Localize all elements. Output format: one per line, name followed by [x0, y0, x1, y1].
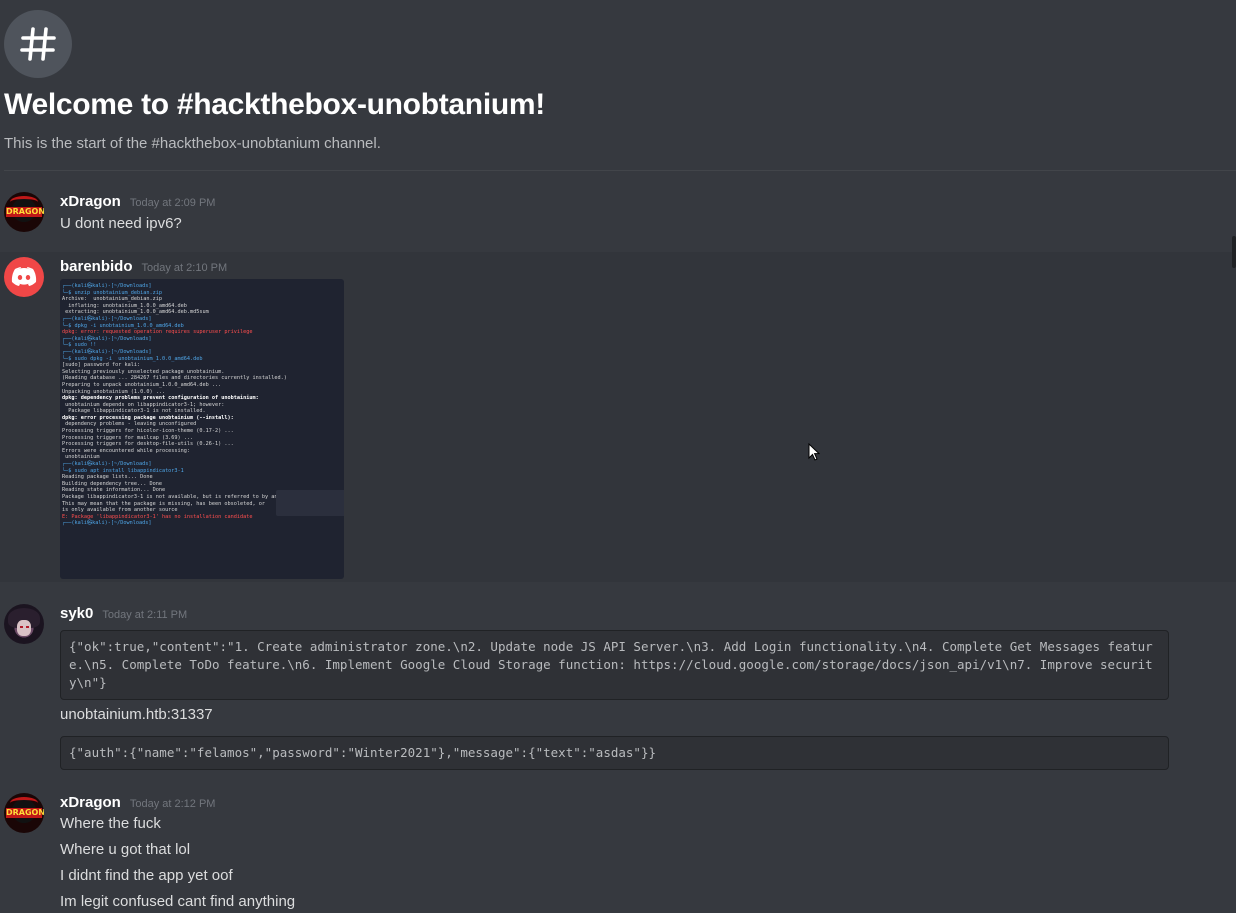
image-attachment[interactable]: ┌──(kali㉿kali)-[~/Downloads] └─$ unzip u… — [60, 279, 344, 579]
message-timestamp: Today at 2:10 PM — [141, 262, 228, 274]
code-block: {"auth":{"name":"felamos","password":"Wi… — [60, 736, 1169, 770]
avatar-logo-text: DRAGON — [6, 207, 44, 217]
message-timestamp: Today at 2:11 PM — [102, 609, 188, 621]
message-author[interactable]: barenbido — [60, 258, 133, 275]
terminal-line: extracting: unobtainium_1.0.0_amd64.deb.… — [62, 309, 209, 316]
terminal-line: (Reading database ... 284267 files and d… — [62, 375, 287, 382]
channel-welcome-subtitle: This is the start of the #hackthebox-uno… — [4, 135, 381, 152]
terminal-line: unobtainium depends on libappindicator3-… — [62, 401, 225, 408]
message-group: DRAGON xDragon Today at 2:12 PM Where th… — [0, 780, 1236, 913]
terminal-line: dpkg: error processing package unobtaini… — [62, 414, 234, 421]
terminal-line: ┌──(kali㉿kali)-[~/Downloads] — [62, 520, 152, 527]
terminal-line: dpkg: error: requested operation require… — [62, 329, 253, 336]
terminal-line: dpkg: dependency problems prevent config… — [62, 395, 259, 402]
avatar[interactable] — [4, 604, 44, 644]
message-text: Where the fuck — [60, 815, 161, 832]
terminal-line: Package libappindicator3-1 is not instal… — [62, 408, 206, 415]
terminal-line: dependency problems - leaving unconfigur… — [62, 421, 197, 428]
channel-hash-icon — [4, 10, 72, 78]
terminal-line: └─$ sudo dpkg -i unobtainium_1.0.0_amd64… — [62, 355, 203, 362]
message-timestamp: Today at 2:12 PM — [129, 798, 216, 810]
message-group: DRAGON xDragon Today at 2:09 PM U dont n… — [0, 178, 1236, 242]
terminal-line: Processing triggers for desktop-file-uti… — [62, 441, 234, 448]
avatar-logo-text: DRAGON — [6, 808, 44, 818]
terminal-line: Archive: unobtainium_debian.zip — [62, 296, 162, 303]
message-timestamp: Today at 2:09 PM — [129, 197, 216, 209]
terminal-line: Selecting previously unselected package … — [62, 368, 225, 375]
terminal-line: └─$ sudo apt install libappindicator3-1 — [62, 467, 184, 474]
mouse-cursor-icon — [808, 443, 820, 461]
avatar[interactable]: DRAGON — [4, 793, 44, 833]
terminal-line: ┌──(kali㉿kali)-[~/Downloads] — [62, 315, 152, 322]
avatar-eye — [20, 626, 23, 628]
terminal-line: Preparing to unpack unobtainium_1.0.0_am… — [62, 381, 222, 388]
message-author[interactable]: xDragon — [60, 193, 121, 210]
avatar-face — [17, 620, 31, 636]
channel-welcome-title: Welcome to #hackthebox-unobtanium! — [4, 88, 545, 121]
avatar[interactable]: DRAGON — [4, 192, 44, 232]
message-author[interactable]: xDragon — [60, 794, 121, 811]
terminal-line: [sudo] password for kali: — [62, 362, 141, 369]
terminal-line: Processing triggers for mailcap (3.69) .… — [62, 434, 194, 441]
scrollbar-thumb[interactable] — [1232, 236, 1236, 268]
terminal-line: Processing triggers for hicolor-icon-the… — [62, 428, 234, 435]
message-author[interactable]: syk0 — [60, 605, 93, 622]
terminal-line: Building dependency tree... Done — [62, 480, 162, 487]
message-text: unobtainium.htb:31337 — [60, 706, 213, 723]
avatar-eye — [26, 626, 29, 628]
image-overlay-artifact — [276, 490, 344, 516]
terminal-line: └─$ sudo !! — [62, 342, 97, 349]
message-text: Where u got that lol — [60, 841, 191, 858]
terminal-line: ┌──(kali㉿kali)-[~/Downloads] — [62, 335, 152, 342]
terminal-line: inflating: unobtainium_1.0.0_amd64.deb — [62, 302, 187, 309]
terminal-line: Reading package lists... Done — [62, 474, 153, 481]
terminal-line: └─$ unzip unobtainium_debian.zip — [62, 289, 162, 296]
terminal-line: ┌──(kali㉿kali)-[~/Downloads] — [62, 283, 152, 289]
terminal-line: Errors were encountered while processing… — [62, 447, 191, 454]
discord-logo-icon — [11, 267, 37, 286]
terminal-line: Unpacking unobtainium (1.0.0) ... — [62, 388, 166, 395]
avatar[interactable] — [4, 257, 44, 297]
divider — [4, 170, 1236, 171]
terminal-line: └─$ dpkg -i unobtainium_1.0.0_amd64.deb — [62, 322, 184, 329]
hash-icon — [20, 27, 56, 61]
terminal-line: ┌──(kali㉿kali)-[~/Downloads] — [62, 348, 152, 355]
message-text: Im legit confused cant find anything — [60, 893, 296, 910]
message-text: I didnt find the app yet oof — [60, 867, 233, 884]
message-text: U dont need ipv6? — [60, 215, 182, 232]
terminal-line: ┌──(kali㉿kali)-[~/Downloads] — [62, 461, 152, 468]
code-block: {"ok":true,"content":"1. Create administ… — [60, 630, 1169, 700]
